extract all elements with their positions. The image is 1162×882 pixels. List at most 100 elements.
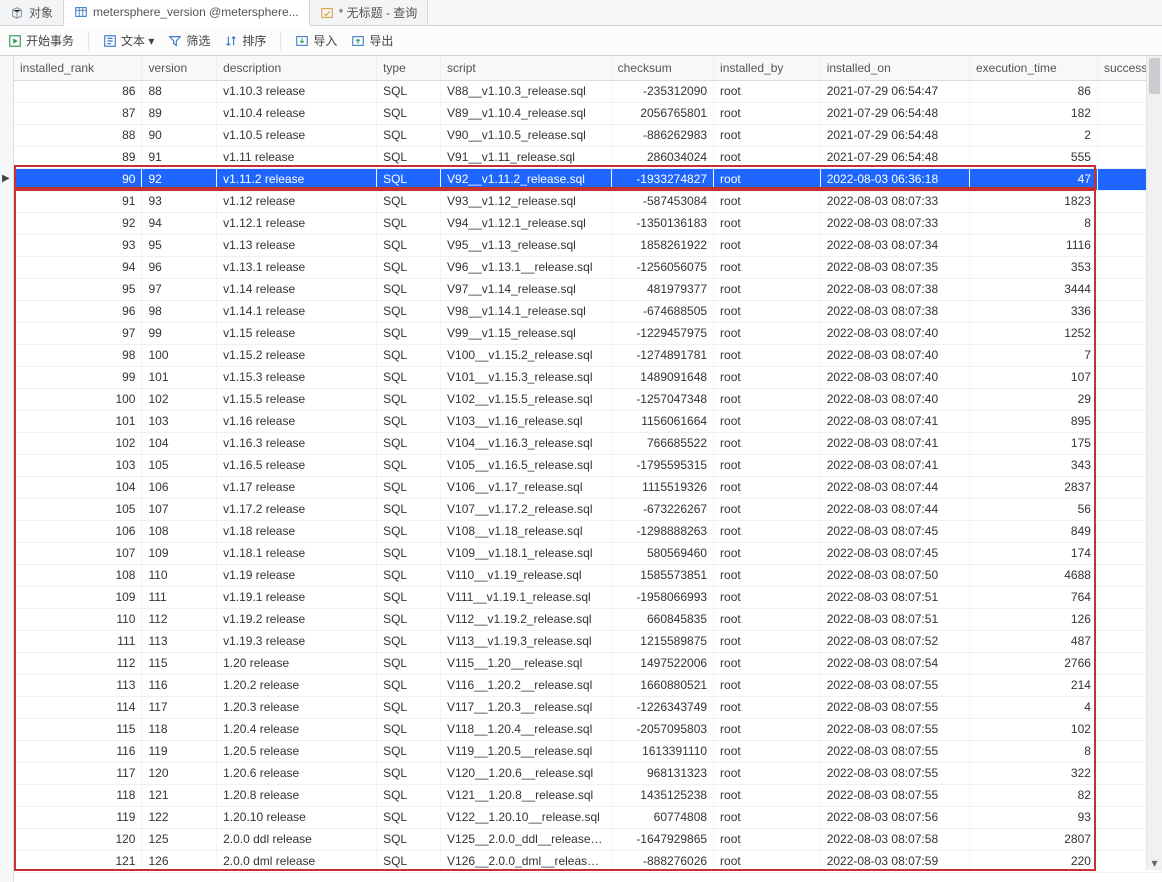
cell-checksum[interactable]: -886262983	[611, 124, 713, 146]
cell-type[interactable]: SQL	[377, 300, 441, 322]
cell-type[interactable]: SQL	[377, 520, 441, 542]
col-script[interactable]: script	[441, 56, 612, 80]
cell-version[interactable]: 102	[142, 388, 217, 410]
cell-installed_on[interactable]: 2022-08-03 08:07:55	[820, 674, 969, 696]
cell-version[interactable]: 119	[142, 740, 217, 762]
cell-execution_time[interactable]: 107	[969, 366, 1097, 388]
cell-installed_rank[interactable]: 86	[14, 80, 142, 102]
table-row[interactable]: 9496v1.13.1 releaseSQLV96__v1.13.1__rele…	[14, 256, 1162, 278]
cell-execution_time[interactable]: 1823	[969, 190, 1097, 212]
cell-installed_rank[interactable]: 101	[14, 410, 142, 432]
cell-installed_rank[interactable]: 97	[14, 322, 142, 344]
cell-installed_rank[interactable]: 117	[14, 762, 142, 784]
cell-installed_rank[interactable]: 113	[14, 674, 142, 696]
cell-installed_rank[interactable]: 121	[14, 850, 142, 872]
cell-installed_on[interactable]: 2022-08-03 08:07:40	[820, 388, 969, 410]
cell-description[interactable]: v1.19.3 release	[217, 630, 377, 652]
table-scroll[interactable]: installed_rankversiondescriptiontypescri…	[14, 56, 1162, 882]
cell-checksum[interactable]: -1274891781	[611, 344, 713, 366]
cell-version[interactable]: 92	[142, 168, 217, 190]
cell-script[interactable]: V95__v1.13_release.sql	[441, 234, 612, 256]
cell-script[interactable]: V97__v1.14_release.sql	[441, 278, 612, 300]
scroll-down-icon[interactable]: ▾	[1147, 856, 1162, 870]
cell-type[interactable]: SQL	[377, 454, 441, 476]
cell-installed_on[interactable]: 2022-08-03 08:07:54	[820, 652, 969, 674]
cell-version[interactable]: 118	[142, 718, 217, 740]
cell-installed_rank[interactable]: 96	[14, 300, 142, 322]
cell-execution_time[interactable]: 343	[969, 454, 1097, 476]
import-button[interactable]: 导入	[295, 32, 337, 49]
cell-installed_rank[interactable]: 114	[14, 696, 142, 718]
cell-description[interactable]: v1.15.3 release	[217, 366, 377, 388]
export-button[interactable]: 导出	[351, 32, 393, 49]
cell-script[interactable]: V108__v1.18_release.sql	[441, 520, 612, 542]
cell-installed_rank[interactable]: 116	[14, 740, 142, 762]
cell-version[interactable]: 95	[142, 234, 217, 256]
cell-installed_rank[interactable]: 112	[14, 652, 142, 674]
cell-script[interactable]: V111__v1.19.1_release.sql	[441, 586, 612, 608]
table-row[interactable]: 8688v1.10.3 releaseSQLV88__v1.10.3_relea…	[14, 80, 1162, 102]
cell-description[interactable]: v1.12.1 release	[217, 212, 377, 234]
cell-script[interactable]: V113__v1.19.3_release.sql	[441, 630, 612, 652]
cell-installed_on[interactable]: 2022-08-03 08:07:55	[820, 718, 969, 740]
cell-installed_rank[interactable]: 111	[14, 630, 142, 652]
cell-execution_time[interactable]: 126	[969, 608, 1097, 630]
cell-type[interactable]: SQL	[377, 256, 441, 278]
table-row[interactable]: 107109v1.18.1 releaseSQLV109__v1.18.1_re…	[14, 542, 1162, 564]
cell-description[interactable]: v1.16.5 release	[217, 454, 377, 476]
cell-execution_time[interactable]: 8	[969, 212, 1097, 234]
cell-type[interactable]: SQL	[377, 124, 441, 146]
cell-version[interactable]: 113	[142, 630, 217, 652]
cell-version[interactable]: 103	[142, 410, 217, 432]
cell-installed_by[interactable]: root	[714, 124, 821, 146]
cell-installed_on[interactable]: 2022-08-03 08:07:58	[820, 828, 969, 850]
cell-installed_rank[interactable]: 119	[14, 806, 142, 828]
cell-version[interactable]: 117	[142, 696, 217, 718]
cell-installed_by[interactable]: root	[714, 520, 821, 542]
table-row[interactable]: 105107v1.17.2 releaseSQLV107__v1.17.2_re…	[14, 498, 1162, 520]
cell-checksum[interactable]: -1933274827	[611, 168, 713, 190]
cell-version[interactable]: 112	[142, 608, 217, 630]
cell-installed_by[interactable]: root	[714, 674, 821, 696]
cell-installed_rank[interactable]: 90	[14, 168, 142, 190]
cell-installed_on[interactable]: 2022-08-03 08:07:51	[820, 586, 969, 608]
cell-execution_time[interactable]: 8	[969, 740, 1097, 762]
cell-type[interactable]: SQL	[377, 278, 441, 300]
cell-installed_on[interactable]: 2022-08-03 08:07:33	[820, 190, 969, 212]
cell-checksum[interactable]: 968131323	[611, 762, 713, 784]
table-row[interactable]: 1161191.20.5 releaseSQLV119__1.20.5__rel…	[14, 740, 1162, 762]
cell-script[interactable]: V101__v1.15.3_release.sql	[441, 366, 612, 388]
cell-version[interactable]: 126	[142, 850, 217, 872]
table-row[interactable]: 110112v1.19.2 releaseSQLV112__v1.19.2_re…	[14, 608, 1162, 630]
tab-0[interactable]: 对象	[0, 0, 64, 25]
cell-installed_on[interactable]: 2022-08-03 08:07:44	[820, 498, 969, 520]
cell-script[interactable]: V110__v1.19_release.sql	[441, 564, 612, 586]
cell-script[interactable]: V93__v1.12_release.sql	[441, 190, 612, 212]
cell-installed_on[interactable]: 2022-08-03 08:07:44	[820, 476, 969, 498]
cell-checksum[interactable]: 580569460	[611, 542, 713, 564]
cell-script[interactable]: V116__1.20.2__release.sql	[441, 674, 612, 696]
cell-version[interactable]: 111	[142, 586, 217, 608]
cell-installed_rank[interactable]: 99	[14, 366, 142, 388]
cell-installed_by[interactable]: root	[714, 586, 821, 608]
cell-execution_time[interactable]: 56	[969, 498, 1097, 520]
cell-installed_by[interactable]: root	[714, 762, 821, 784]
cell-installed_by[interactable]: root	[714, 344, 821, 366]
cell-checksum[interactable]: -1257047348	[611, 388, 713, 410]
cell-description[interactable]: v1.13.1 release	[217, 256, 377, 278]
cell-checksum[interactable]: -888276026	[611, 850, 713, 872]
cell-installed_by[interactable]: root	[714, 828, 821, 850]
filter-button[interactable]: 筛选	[168, 32, 210, 49]
cell-script[interactable]: V88__v1.10.3_release.sql	[441, 80, 612, 102]
cell-description[interactable]: 1.20.2 release	[217, 674, 377, 696]
cell-checksum[interactable]: 1613391110	[611, 740, 713, 762]
scroll-thumb[interactable]	[1149, 58, 1160, 94]
cell-description[interactable]: v1.19 release	[217, 564, 377, 586]
cell-version[interactable]: 105	[142, 454, 217, 476]
cell-checksum[interactable]: 286034024	[611, 146, 713, 168]
cell-installed_rank[interactable]: 102	[14, 432, 142, 454]
cell-description[interactable]: v1.17 release	[217, 476, 377, 498]
col-installed_rank[interactable]: installed_rank	[14, 56, 142, 80]
cell-description[interactable]: v1.15 release	[217, 322, 377, 344]
cell-checksum[interactable]: -1958066993	[611, 586, 713, 608]
